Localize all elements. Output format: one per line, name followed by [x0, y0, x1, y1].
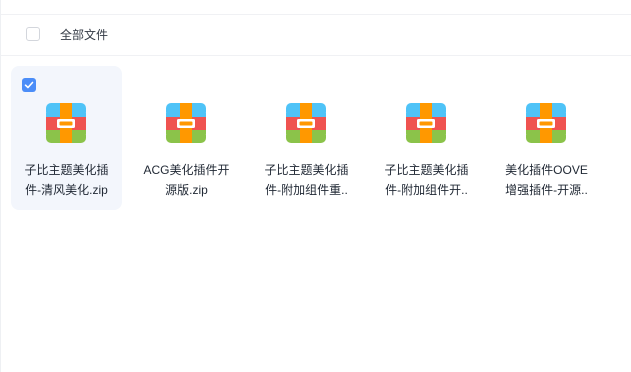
- zip-archive-icon: [166, 103, 206, 143]
- select-all-checkbox[interactable]: [26, 27, 40, 41]
- file-tile[interactable]: 子比主题美化插 件-附加组件重..: [251, 66, 362, 210]
- file-name: 子比主题美化插 件-附加组件重..: [255, 160, 358, 200]
- file-browser: 全部文件 子比主题美化插 件-清风美化.zip ACG美化插件开 源版.zip …: [0, 0, 631, 372]
- file-name-line: 件-清风美化.zip: [25, 183, 108, 197]
- file-name: 子比主题美化插 件-附加组件开..: [375, 160, 478, 200]
- file-name: ACG美化插件开 源版.zip: [135, 160, 238, 200]
- file-grid: 子比主题美化插 件-清风美化.zip ACG美化插件开 源版.zip 子比主题美…: [11, 66, 611, 210]
- file-tile[interactable]: 美化插件OOVE 增强插件-开源..: [491, 66, 602, 210]
- file-name-line: 子比主题美化插: [384, 163, 469, 177]
- zip-archive-icon: [46, 103, 86, 143]
- file-name: 美化插件OOVE 增强插件-开源..: [495, 160, 598, 200]
- file-name-line: 源版.zip: [165, 183, 208, 197]
- breadcrumb-all-files[interactable]: 全部文件: [60, 27, 108, 43]
- checked-checkbox[interactable]: [22, 78, 36, 92]
- file-name: 子比主题美化插 件-清风美化.zip: [15, 160, 118, 200]
- zip-archive-icon: [526, 103, 566, 143]
- file-list-header: 全部文件: [1, 15, 631, 56]
- file-name-line: 件-附加组件重..: [265, 183, 348, 197]
- file-name-line: 子比主题美化插: [24, 163, 109, 177]
- file-name-line: 美化插件OOVE: [505, 163, 588, 177]
- file-tile[interactable]: ACG美化插件开 源版.zip: [131, 66, 242, 210]
- zip-archive-icon: [286, 103, 326, 143]
- file-name-line: 增强插件-开源..: [505, 183, 588, 197]
- file-tile[interactable]: 子比主题美化插 件-清风美化.zip: [11, 66, 122, 210]
- file-name-line: ACG美化插件开: [143, 163, 230, 177]
- file-name-line: 件-附加组件开..: [385, 183, 468, 197]
- zip-archive-icon: [406, 103, 446, 143]
- checkmark-icon: [24, 81, 34, 89]
- file-tile[interactable]: 子比主题美化插 件-附加组件开..: [371, 66, 482, 210]
- file-name-line: 子比主题美化插: [264, 163, 349, 177]
